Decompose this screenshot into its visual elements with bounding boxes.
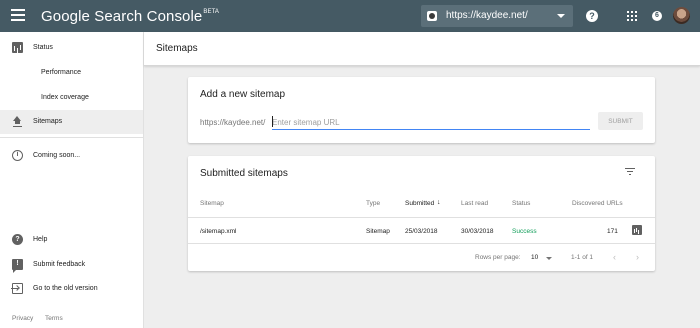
- sitemap-url-input[interactable]: [272, 115, 590, 130]
- sidebar-item-old-version[interactable]: Go to the old version: [0, 277, 143, 301]
- sidebar-item-label: Help: [33, 236, 48, 243]
- sidebar-item-coming-soon[interactable]: i Coming soon...: [0, 144, 143, 168]
- table-divider: [188, 243, 655, 244]
- top-app-bar: Google Search ConsoleBETA https://kaydee…: [0, 0, 700, 32]
- sidebar-item-index-coverage[interactable]: Index coverage: [0, 86, 143, 110]
- page-header: Sitemaps: [144, 32, 700, 66]
- sidebar-item-submit-feedback[interactable]: ! Submit feedback: [0, 253, 143, 277]
- sitemap-url-prefix: https://kaydee.net/: [200, 118, 266, 127]
- cell-type: Sitemap: [366, 228, 390, 235]
- site-favicon-icon: [427, 11, 437, 21]
- cell-sitemap: /sitemap.xml: [200, 228, 237, 235]
- info-icon: i: [12, 150, 23, 161]
- sidebar-divider: [0, 137, 143, 138]
- property-selector[interactable]: https://kaydee.net/: [421, 5, 573, 27]
- sort-arrow-down-icon[interactable]: ↓: [437, 199, 441, 206]
- app-title[interactable]: Google Search ConsoleBETA: [41, 8, 219, 25]
- filter-icon[interactable]: [625, 168, 635, 176]
- rows-per-page-label: Rows per page:: [475, 254, 521, 261]
- add-sitemap-title: Add a new sitemap: [200, 89, 286, 100]
- pagination-range: 1-1 of 1: [571, 254, 594, 261]
- feedback-icon: !: [12, 259, 23, 273]
- sidebar-item-help[interactable]: ? Help: [0, 228, 143, 252]
- dropdown-caret-icon: [557, 14, 565, 18]
- submit-button[interactable]: SUBMIT: [598, 112, 643, 130]
- text-cursor: [272, 116, 273, 127]
- submitted-sitemaps-card: Submitted sitemaps Sitemap Type Submitte…: [188, 156, 655, 271]
- add-sitemap-card: Add a new sitemap https://kaydee.net/ SU…: [188, 77, 655, 143]
- sidebar-item-performance[interactable]: Performance: [0, 61, 143, 85]
- sidebar-item-label: Status: [33, 44, 53, 51]
- sidebar-item-label: Sitemaps: [33, 118, 63, 125]
- notifications-badge[interactable]: 6: [652, 11, 662, 21]
- column-header-type[interactable]: Type: [366, 200, 380, 207]
- table-divider: [188, 217, 655, 218]
- status-badge: Success: [512, 228, 537, 235]
- property-url: https://kaydee.net/: [446, 10, 528, 21]
- hamburger-menu-icon[interactable]: [11, 9, 25, 23]
- cell-discovered-urls: 171: [607, 228, 618, 235]
- cell-submitted: 25/03/2018: [405, 228, 438, 235]
- column-header-status[interactable]: Status: [512, 200, 530, 207]
- sidebar-item-label: Go to the old version: [33, 285, 98, 292]
- footer-links: Privacy Terms: [12, 315, 73, 322]
- column-header-submitted[interactable]: Submitted: [405, 200, 434, 207]
- avatar[interactable]: [673, 7, 690, 24]
- sidebar-item-label: Coming soon...: [33, 152, 81, 159]
- column-header-discovered-urls[interactable]: Discovered URLs: [572, 200, 623, 207]
- sidebar-item-status[interactable]: Status: [0, 36, 143, 60]
- rows-per-page-select[interactable]: 10: [531, 254, 538, 261]
- help-icon: ?: [12, 234, 23, 245]
- apps-grid-icon[interactable]: [627, 11, 637, 21]
- previous-page-icon[interactable]: ‹: [613, 252, 616, 262]
- column-header-sitemap[interactable]: Sitemap: [200, 200, 224, 207]
- column-header-last-read[interactable]: Last read: [461, 200, 488, 207]
- submitted-sitemaps-title: Submitted sitemaps: [200, 168, 288, 179]
- page-title: Sitemaps: [156, 43, 198, 54]
- sidebar: Status Performance Index coverage Sitema…: [0, 32, 144, 328]
- next-page-icon[interactable]: ›: [636, 252, 639, 262]
- help-icon[interactable]: ?: [586, 10, 598, 22]
- beta-badge: BETA: [203, 9, 220, 15]
- chevron-down-icon[interactable]: [546, 257, 552, 260]
- terms-link[interactable]: Terms: [45, 315, 63, 322]
- sidebar-item-label: Submit feedback: [33, 261, 86, 268]
- privacy-link[interactable]: Privacy: [12, 315, 33, 322]
- exit-icon: [11, 283, 23, 294]
- sidebar-item-label: Index coverage: [41, 94, 89, 101]
- brand-name: Google Search Console: [41, 8, 203, 25]
- sidebar-item-label: Performance: [41, 69, 82, 76]
- bar-chart-icon: [12, 42, 23, 53]
- sidebar-item-sitemaps[interactable]: Sitemaps: [0, 110, 143, 134]
- bar-chart-icon[interactable]: [632, 225, 642, 235]
- upload-icon: [12, 116, 23, 127]
- cell-last-read: 30/03/2018: [461, 228, 494, 235]
